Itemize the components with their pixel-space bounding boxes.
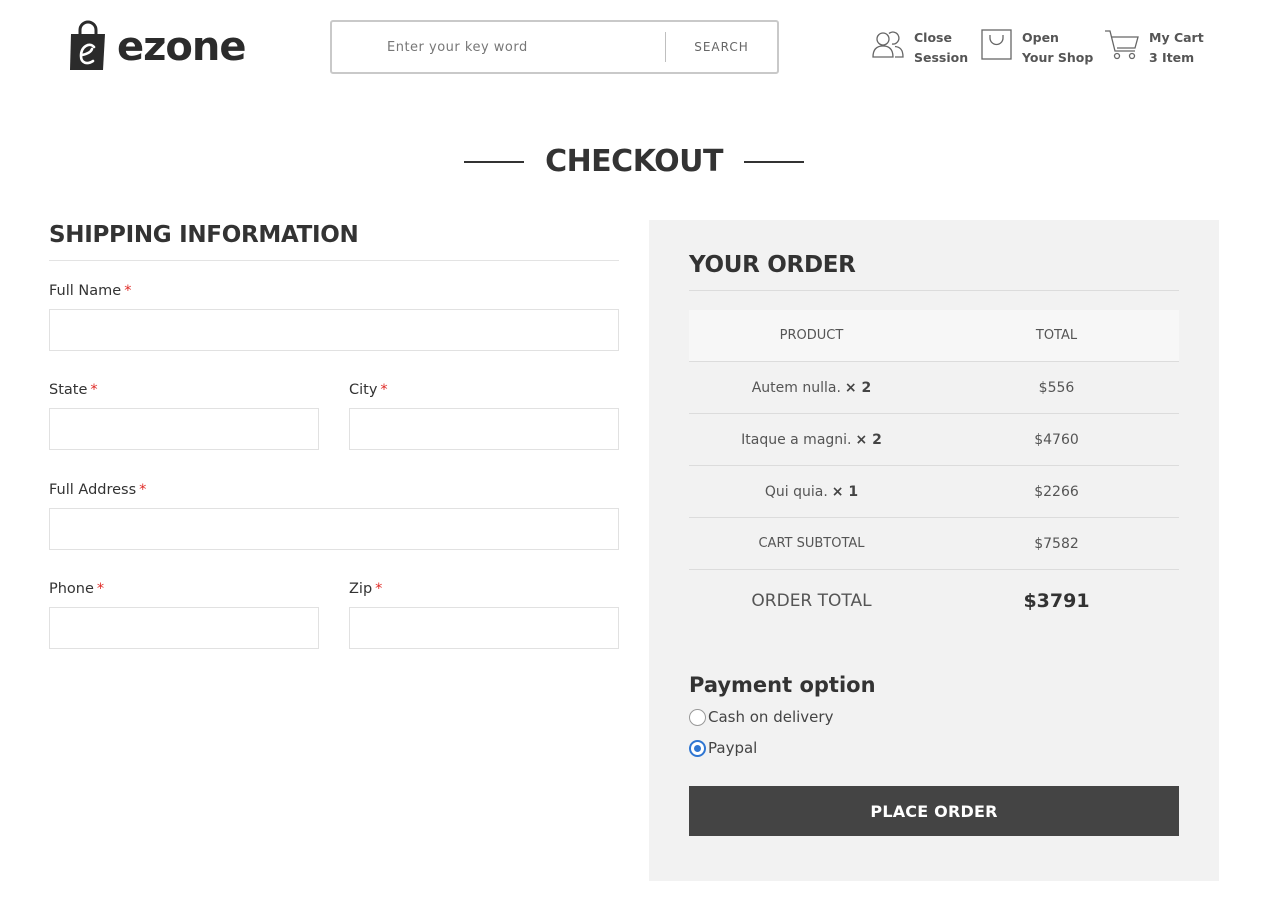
order-item-product: Autem nulla. × 2: [689, 380, 934, 396]
city-field[interactable]: [349, 408, 619, 450]
shopping-bag-e-icon: [69, 20, 107, 72]
payment-option-paypal[interactable]: Paypal: [689, 739, 757, 757]
product-column-header: PRODUCT: [779, 328, 844, 343]
order-total-label: ORDER TOTAL: [751, 591, 872, 611]
close-session-line2: Session: [914, 50, 969, 65]
paypal-radio[interactable]: [689, 739, 706, 757]
state-label: State *: [49, 382, 98, 398]
order-item-product: Qui quia. × 1: [689, 484, 934, 500]
place-order-button[interactable]: PLACE ORDER: [689, 786, 1179, 836]
product-name: Itaque a magni.: [741, 431, 852, 448]
product-qty: × 1: [831, 483, 859, 500]
zip-label: Zip *: [349, 581, 382, 597]
cart-subtotal-label: CART SUBTOTAL: [758, 536, 865, 551]
product-name: Autem nulla.: [751, 379, 841, 396]
phone-field[interactable]: [49, 607, 319, 649]
my-cart-link[interactable]: My Cart 3 Item: [1104, 28, 1204, 68]
payment-option-cash[interactable]: Cash on delivery: [689, 708, 833, 726]
phone-label: Phone *: [49, 581, 104, 597]
cash-on-delivery-radio[interactable]: [689, 708, 706, 726]
city-label-text: City: [349, 382, 378, 398]
my-cart-line1: My Cart: [1149, 30, 1204, 45]
users-icon: [871, 28, 905, 62]
payment-option-title: Payment option: [689, 673, 876, 697]
order-item-product: Itaque a magni. × 2: [689, 432, 934, 448]
order-panel: YOUR ORDER PRODUCT TOTAL Autem nulla. × 2…: [649, 220, 1219, 881]
close-session-line1: Close: [914, 30, 952, 45]
search-input[interactable]: [332, 22, 665, 72]
order-table: PRODUCT TOTAL Autem nulla. × 2 $556 Itaqu…: [689, 310, 1179, 632]
product-name: Qui quia.: [764, 483, 828, 500]
order-item-total: $4760: [1034, 431, 1079, 448]
required-mark: *: [90, 382, 98, 398]
my-cart-line2: 3 Item: [1149, 50, 1195, 65]
product-qty: × 2: [855, 431, 882, 448]
required-mark: *: [375, 581, 383, 597]
full-name-field[interactable]: [49, 309, 619, 351]
product-qty: × 2: [844, 379, 872, 396]
open-shop-line1: Open: [1022, 30, 1059, 45]
paypal-label: Paypal: [708, 739, 758, 757]
order-item-total: $556: [1038, 379, 1075, 396]
order-item-total: $2266: [1034, 483, 1079, 500]
search-button[interactable]: SEARCH: [666, 22, 777, 72]
page-title: CHECKOUT: [545, 144, 723, 179]
full-address-label-text: Full Address: [49, 482, 137, 498]
phone-label-text: Phone: [49, 581, 94, 597]
required-mark: *: [96, 581, 105, 597]
order-item-row: Itaque a magni. × 2 $4760: [689, 414, 1179, 466]
full-address-field[interactable]: [49, 508, 619, 550]
search-bar: SEARCH: [330, 20, 779, 74]
page-title-block: CHECKOUT: [0, 140, 1268, 184]
full-name-label: Full Name *: [49, 283, 131, 299]
order-table-header: PRODUCT TOTAL: [689, 310, 1179, 362]
state-label-text: State: [49, 382, 88, 398]
required-mark: *: [380, 382, 388, 398]
title-line-left: [464, 161, 525, 163]
order-total-value: $3791: [1023, 590, 1090, 612]
cart-subtotal-row: CART SUBTOTAL $7582: [689, 518, 1179, 570]
title-line-right: [743, 161, 804, 163]
shopping-bag-icon: [980, 28, 1014, 62]
state-field[interactable]: [49, 408, 319, 450]
order-item-row: Qui quia. × 1 $2266: [689, 466, 1179, 518]
zip-label-text: Zip: [349, 581, 373, 597]
close-session-link[interactable]: Close Session: [871, 28, 968, 68]
order-item-row: Autem nulla. × 2 $556: [689, 362, 1179, 414]
open-shop-line2: Your Shop: [1022, 50, 1094, 65]
cart-subtotal-value: $7582: [1034, 535, 1079, 552]
total-column-header: TOTAL: [1035, 328, 1078, 343]
logo[interactable]: ezone: [69, 20, 246, 72]
city-label: City *: [349, 382, 388, 398]
shipping-title: SHIPPING INFORMATION: [49, 220, 619, 261]
logo-text: ezone: [117, 24, 246, 70]
order-title: YOUR ORDER: [689, 250, 1179, 291]
shipping-form: SHIPPING INFORMATION Full Name * State * C…: [49, 220, 619, 649]
required-mark: *: [139, 482, 147, 498]
full-address-label: Full Address *: [49, 482, 146, 498]
full-name-label-text: Full Name: [49, 283, 122, 299]
cart-icon: [1104, 28, 1139, 62]
open-shop-link[interactable]: Open Your Shop: [980, 28, 1093, 68]
cash-on-delivery-label: Cash on delivery: [708, 708, 834, 726]
order-total-row: ORDER TOTAL $3791: [689, 570, 1179, 632]
required-mark: *: [124, 283, 132, 299]
zip-field[interactable]: [349, 607, 619, 649]
